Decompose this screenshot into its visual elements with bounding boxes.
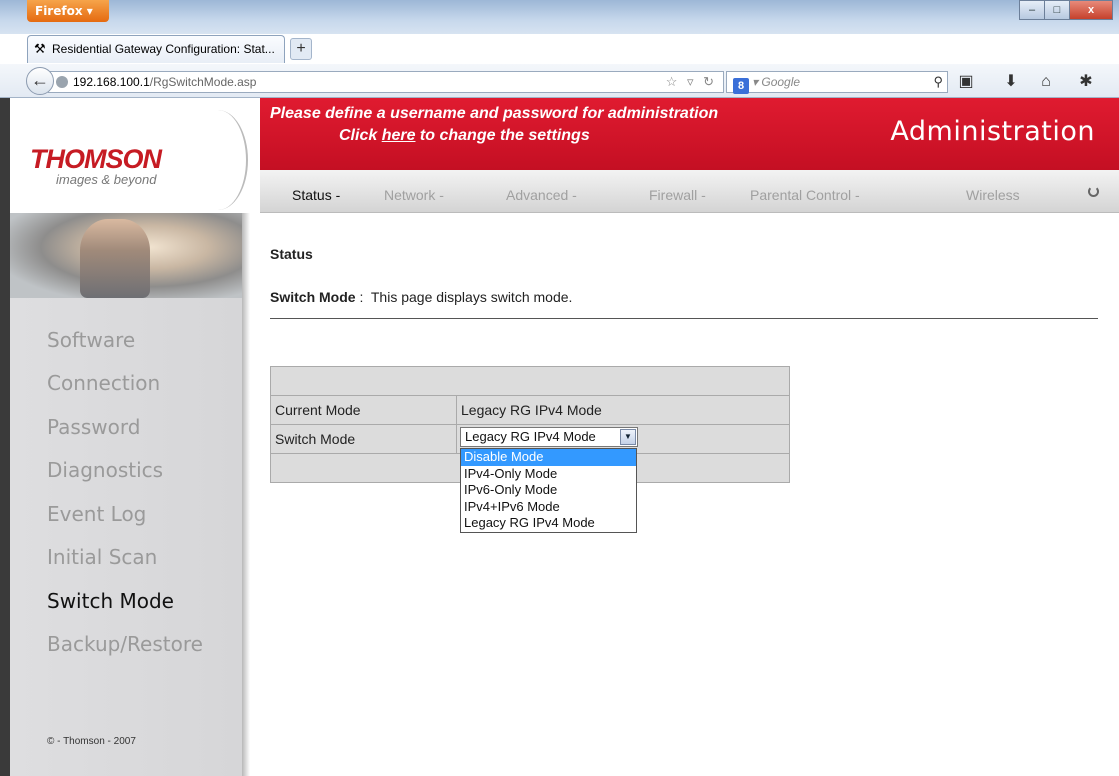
maximize-button[interactable]: □ xyxy=(1044,0,1070,20)
banner-instruction-prefix: Click xyxy=(339,127,382,144)
brand-logo: THOMSON xyxy=(30,144,162,174)
logo: THOMSON images & beyond xyxy=(10,98,260,213)
current-mode-value: Legacy RG IPv4 Mode xyxy=(456,395,790,425)
navigation-toolbar: 192.168.100.1/RgSwitchMode.asp ☆ ▿ ↻ ← 8… xyxy=(0,64,1119,98)
header-photo xyxy=(10,213,242,298)
select-value: Legacy RG IPv4 Mode xyxy=(465,429,596,444)
tools-icon: ⚒ xyxy=(34,41,46,56)
option-legacy-rg-ipv4-mode[interactable]: Legacy RG IPv4 Mode xyxy=(461,515,636,532)
option-ipv4-ipv6-mode[interactable]: IPv4+IPv6 Mode xyxy=(461,499,636,516)
browser-tab[interactable]: ⚒ Residential Gateway Configuration: Sta… xyxy=(27,35,285,63)
firefox-menu-button[interactable]: Firefox ▾ xyxy=(27,0,109,22)
nav-network[interactable]: Network - xyxy=(384,187,444,203)
person-image xyxy=(80,219,150,298)
page-title: Status xyxy=(270,246,313,262)
option-disable-mode[interactable]: Disable Mode xyxy=(461,449,636,466)
window-controls: – □ x xyxy=(1019,0,1113,22)
sidebar-item-password[interactable]: Password xyxy=(47,415,140,439)
download-icon[interactable]: ⬇ xyxy=(1000,71,1022,93)
window-border xyxy=(0,98,10,776)
current-mode-label: Current Mode xyxy=(270,395,457,425)
google-icon[interactable]: 8 xyxy=(733,78,749,94)
table-header-row xyxy=(270,366,790,396)
nav-parental-control[interactable]: Parental Control - xyxy=(750,187,860,203)
url-host: 192.168.100.1 xyxy=(73,75,150,89)
sidebar-shadow xyxy=(242,213,250,776)
option-ipv6-only-mode[interactable]: IPv6-Only Mode xyxy=(461,482,636,499)
minimize-button[interactable]: – xyxy=(1019,0,1045,20)
page-description: Switch Mode : This page displays switch … xyxy=(270,289,572,305)
bookmark-star-icon[interactable]: ☆ ▿ ↻ xyxy=(666,72,717,92)
sidebar-item-event-log[interactable]: Event Log xyxy=(47,502,146,526)
sidebar-item-connection[interactable]: Connection xyxy=(47,371,160,395)
search-icon[interactable]: ⚲ xyxy=(933,72,943,92)
description-separator: : xyxy=(355,289,371,305)
window-titlebar: Firefox ▾ – □ x xyxy=(0,0,1119,34)
page-content: THOMSON images & beyond Please define a … xyxy=(10,98,1119,776)
tab-title: Residential Gateway Configuration: Stat.… xyxy=(52,42,275,56)
globe-icon xyxy=(56,76,68,88)
url-path: /RgSwitchMode.asp xyxy=(149,75,257,89)
sidebar-item-software[interactable]: Software xyxy=(47,328,135,352)
section-title: Administration xyxy=(890,116,1095,147)
divider xyxy=(270,318,1098,319)
sidebar-item-diagnostics[interactable]: Diagnostics xyxy=(47,458,163,482)
home-icon[interactable]: ⌂ xyxy=(1035,71,1057,93)
here-link[interactable]: here xyxy=(382,127,416,144)
nav-firewall[interactable]: Firewall - xyxy=(649,187,706,203)
back-arrow-icon: ← xyxy=(31,70,49,90)
description-text: This page displays switch mode. xyxy=(370,289,573,305)
banner-instruction: Click here to change the settings xyxy=(339,127,590,145)
description-label: Switch Mode xyxy=(270,289,356,305)
close-button[interactable]: x xyxy=(1069,0,1113,20)
logo-arc xyxy=(188,110,248,210)
nav-advanced[interactable]: Advanced - xyxy=(506,187,577,203)
url-bar[interactable]: 192.168.100.1/RgSwitchMode.asp ☆ ▿ ↻ xyxy=(48,71,724,93)
search-input[interactable]: 8 ▾ Google ⚲ xyxy=(726,71,948,94)
back-button[interactable]: ← xyxy=(26,67,54,95)
top-navigation: Status - Network - Advanced - Firewall -… xyxy=(260,170,1119,213)
nav-status[interactable]: Status - xyxy=(292,187,340,203)
sidebar: Software Connection Password Diagnostics… xyxy=(10,213,242,776)
sidebar-item-switch-mode[interactable]: Switch Mode xyxy=(47,589,174,613)
switch-mode-select[interactable]: Legacy RG IPv4 Mode ▼ xyxy=(460,427,638,447)
banner-instruction-suffix: to change the settings xyxy=(415,127,590,144)
switch-mode-dropdown: Disable Mode IPv4-Only Mode IPv6-Only Mo… xyxy=(460,448,637,533)
nav-wireless[interactable]: Wireless xyxy=(966,187,1020,203)
banner-message: Please define a username and password fo… xyxy=(270,105,719,122)
new-tab-button[interactable]: + xyxy=(290,38,312,60)
header-banner: Please define a username and password fo… xyxy=(260,98,1119,170)
copyright: © - Thomson - 2007 xyxy=(47,736,136,747)
table-row: Current Mode Legacy RG IPv4 Mode xyxy=(270,395,790,425)
addon-icon[interactable]: ✱ xyxy=(1075,71,1097,93)
chevron-down-icon[interactable]: ▼ xyxy=(620,429,636,445)
table-header-cell xyxy=(270,366,790,396)
loading-spinner-icon xyxy=(1088,186,1099,197)
search-placeholder: Google xyxy=(761,75,801,89)
sidebar-item-backup-restore[interactable]: Backup/Restore xyxy=(47,632,203,656)
switch-mode-label: Switch Mode xyxy=(270,424,457,454)
option-ipv4-only-mode[interactable]: IPv4-Only Mode xyxy=(461,466,636,483)
bookmarks-icon[interactable]: ▣ xyxy=(955,71,977,93)
brand-tagline: images & beyond xyxy=(56,172,157,187)
sidebar-item-initial-scan[interactable]: Initial Scan xyxy=(47,545,157,569)
